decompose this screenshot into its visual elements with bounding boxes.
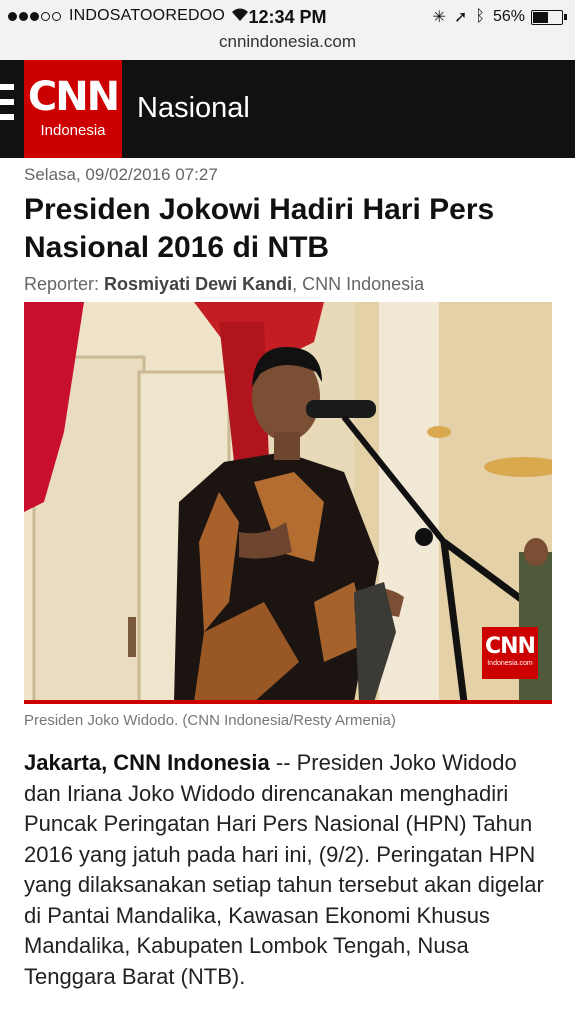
article-dateline: Jakarta, CNN Indonesia	[24, 750, 270, 775]
site-header: CNN Indonesia Nasional	[0, 60, 575, 158]
watermark-subtitle: Indonesia.com	[487, 660, 533, 667]
logo-wordmark: CNN	[27, 74, 120, 120]
article-photo[interactable]: CNN Indonesia.com	[24, 302, 552, 702]
battery-icon	[531, 9, 567, 25]
logo-subtitle: Indonesia	[40, 122, 106, 139]
article-title: Presiden Jokowi Hadiri Hari Pers Nasiona…	[24, 193, 495, 264]
watermark-wordmark: CNN	[485, 634, 536, 659]
article-body: Jakarta, CNN Indonesia -- Presiden Joko …	[24, 748, 559, 992]
article-lead-text: -- Presiden Joko Widodo dan Iriana Joko …	[24, 750, 544, 989]
article-photo-illustration	[24, 302, 552, 702]
reporter-name: Rosmiyati Dewi Kandi	[104, 274, 293, 294]
cnn-indonesia-logo[interactable]: CNN Indonesia	[24, 60, 122, 158]
section-title[interactable]: Nasional	[137, 92, 250, 125]
loading-spinner-icon: ✳	[432, 9, 446, 26]
cnn-watermark: CNN Indonesia.com	[482, 627, 538, 679]
address-bar[interactable]: cnnindonesia.com	[0, 32, 575, 52]
reporter-label: Reporter:	[24, 274, 105, 294]
hamburger-menu-icon[interactable]	[0, 84, 14, 134]
status-bar: INDOSATOOREDOO 12:34 PM ✳ ➚ ᛒ 56% cnnind…	[0, 0, 575, 60]
photo-divider	[24, 700, 552, 704]
bluetooth-icon: ᛒ	[475, 8, 485, 25]
reporter-org: , CNN Indonesia	[292, 274, 425, 294]
photo-caption: Presiden Joko Widodo. (CNN Indonesia/Res…	[24, 712, 396, 729]
article-date: Selasa, 09/02/2016 07:27	[24, 165, 218, 184]
article-byline: Reporter: Rosmiyati Dewi Kandi, CNN Indo…	[24, 274, 424, 295]
battery-percent: 56%	[492, 8, 525, 25]
location-arrow-icon: ➚	[453, 9, 468, 26]
